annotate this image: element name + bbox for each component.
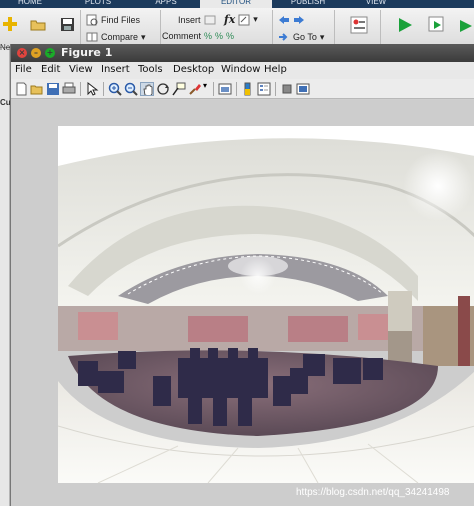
run-button[interactable]: [396, 16, 414, 34]
insert-section-icon: [204, 15, 216, 25]
uncomment-icon: %: [215, 31, 224, 41]
fx-button[interactable]: fx ▾: [224, 13, 258, 26]
run-play-icon: [399, 18, 412, 32]
close-window-button[interactable]: ×: [17, 48, 27, 58]
menu-tools[interactable]: Tools: [138, 64, 163, 75]
navigate-back-button[interactable]: [278, 14, 305, 26]
figure-window: × – + Figure 1 File Edit View Insert Too…: [10, 44, 474, 506]
arrow-right-icon: [294, 16, 304, 24]
insert-legend-icon[interactable]: [257, 82, 271, 96]
brush-icon[interactable]: [188, 82, 202, 96]
find-files-label: Find Files: [101, 15, 141, 25]
save-button[interactable]: [60, 17, 75, 32]
menu-insert[interactable]: Insert: [101, 64, 130, 75]
window-title: Figure 1: [61, 46, 113, 59]
insert-button[interactable]: Insert: [178, 14, 216, 26]
chevron-down-icon: ▾: [253, 14, 258, 24]
tab-apps[interactable]: APPS: [146, 0, 186, 8]
goto-button[interactable]: Go To ▾: [278, 31, 324, 43]
goto-label: Go To: [293, 32, 317, 42]
function-table-icon: [238, 14, 250, 25]
figure-toolbar: ▾: [11, 79, 474, 99]
arrow-left-icon: [279, 16, 289, 24]
insert-colorbar-icon[interactable]: [241, 82, 255, 96]
new-label-partial: Ne: [0, 43, 11, 52]
data-cursor-icon[interactable]: [172, 82, 186, 96]
menu-file[interactable]: File: [15, 64, 32, 75]
compare-label: Compare: [101, 32, 139, 42]
editor-toolstrip: Find Files Compare ▾ Insert fx ▾ Comment…: [0, 8, 474, 48]
run-section-button[interactable]: [428, 16, 446, 34]
panorama-image: [58, 126, 474, 483]
new-figure-icon[interactable]: [14, 82, 28, 96]
matlab-tab-strip: HOME PLOTS APPS EDITOR PUBLISH VIEW: [0, 0, 474, 8]
tab-plots[interactable]: PLOTS: [78, 0, 118, 8]
open-folder-icon: [30, 20, 46, 31]
current-folder-strip: Ne Cu: [0, 43, 11, 506]
fx-label: fx: [224, 13, 236, 26]
menu-window[interactable]: Window: [221, 64, 260, 75]
link-plot-icon[interactable]: [218, 82, 232, 96]
menu-help[interactable]: Help: [264, 64, 287, 75]
show-plot-tools-icon[interactable]: [296, 82, 310, 96]
figure-menu-bar: File Edit View Insert Tools Desktop Wind…: [11, 62, 474, 79]
brush-dropdown-icon[interactable]: ▾: [203, 81, 207, 90]
tab-view[interactable]: VIEW: [356, 0, 396, 8]
maximize-window-button[interactable]: +: [45, 48, 55, 58]
zoom-out-icon[interactable]: [124, 82, 138, 96]
breakpoints-button[interactable]: [350, 16, 368, 34]
run-advance-button[interactable]: [458, 18, 474, 34]
menu-view[interactable]: View: [69, 64, 93, 75]
find-files-button[interactable]: Find Files: [86, 14, 140, 26]
tab-editor[interactable]: EDITOR: [200, 0, 272, 8]
wrap-comment-icon: %: [226, 31, 235, 41]
open-file-icon[interactable]: [30, 82, 44, 96]
new-plus-icon: [3, 17, 17, 31]
open-button[interactable]: [30, 18, 46, 31]
rotate-3d-icon[interactable]: [156, 82, 170, 96]
minimize-window-button[interactable]: –: [31, 48, 41, 58]
comment-button[interactable]: Comment % % %: [162, 31, 234, 41]
chevron-down-icon: ▾: [141, 31, 146, 42]
hide-plot-tools-icon[interactable]: [280, 82, 294, 96]
run-advance-icon: [460, 20, 472, 32]
breakpoints-icon: [350, 16, 368, 34]
find-files-icon: [86, 14, 98, 26]
compare-button[interactable]: Compare ▾: [86, 31, 146, 43]
minimize-icon: –: [34, 48, 38, 57]
pan-icon[interactable]: [140, 82, 154, 96]
edit-plot-icon[interactable]: [85, 82, 99, 96]
tab-home[interactable]: HOME: [10, 0, 50, 8]
close-icon: ×: [18, 48, 26, 57]
comment-label: Comment: [162, 31, 202, 41]
new-button[interactable]: [2, 16, 18, 32]
save-disk-icon: [61, 18, 74, 31]
save-figure-icon[interactable]: [46, 82, 60, 96]
maximize-icon: +: [46, 48, 54, 57]
zoom-in-icon[interactable]: [108, 82, 122, 96]
figure-title-bar[interactable]: × – + Figure 1: [11, 44, 474, 62]
goto-arrow-icon: [279, 33, 288, 41]
chevron-down-icon: ▾: [319, 31, 325, 42]
menu-edit[interactable]: Edit: [41, 64, 60, 75]
print-figure-icon[interactable]: [62, 82, 76, 96]
comment-percent-icon: %: [204, 31, 213, 41]
run-section-icon: [428, 16, 444, 32]
watermark-text: https://blog.csdn.net/qq_34241498: [296, 487, 450, 498]
tab-publish[interactable]: PUBLISH: [280, 0, 336, 8]
insert-label: Insert: [178, 15, 201, 25]
compare-icon: [86, 32, 98, 42]
menu-desktop[interactable]: Desktop: [173, 64, 214, 75]
figure-canvas[interactable]: [11, 100, 474, 506]
